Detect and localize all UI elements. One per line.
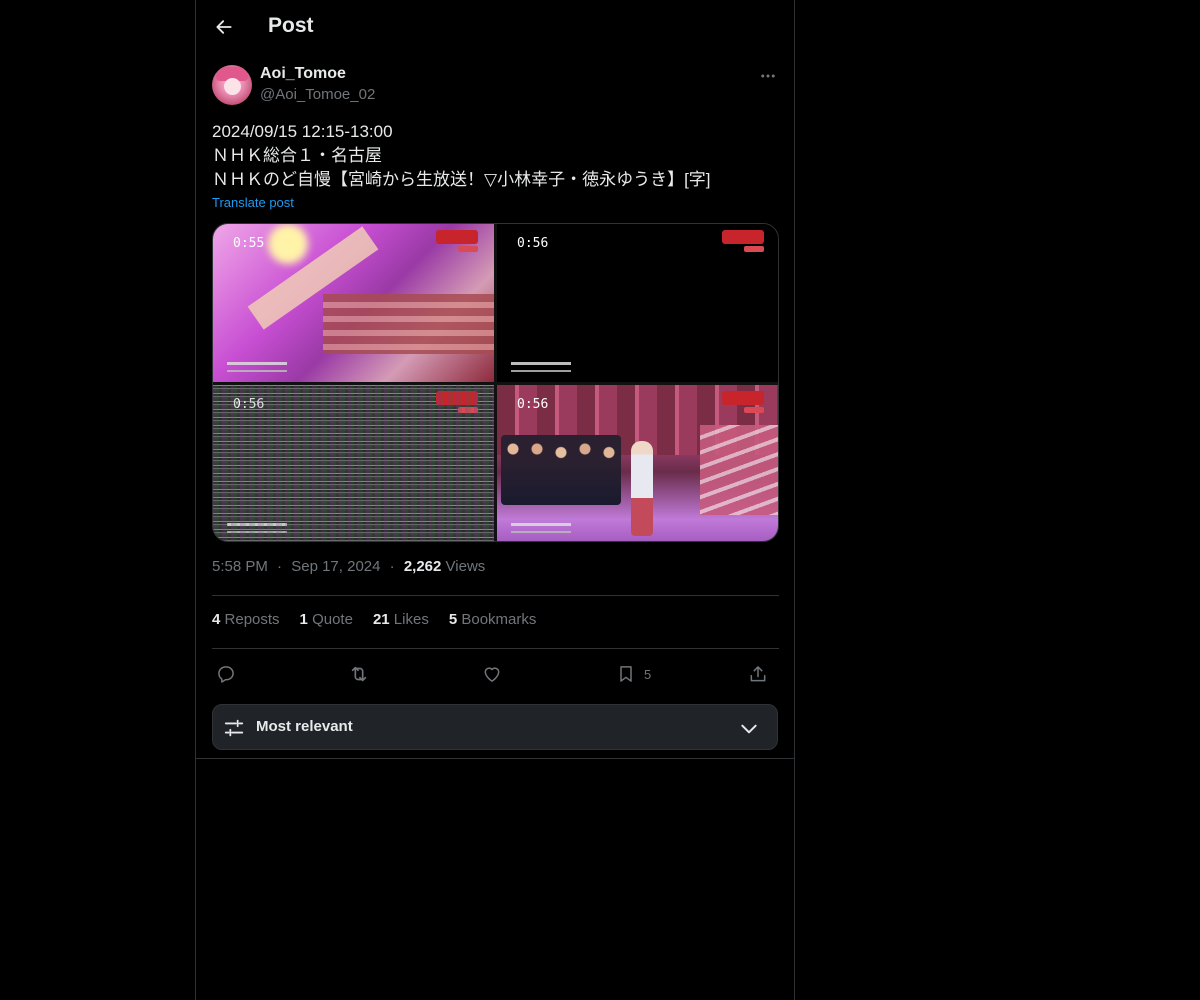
author-row: Aoi_Tomoe @Aoi_Tomoe_02 (212, 64, 780, 108)
channel-logo (436, 230, 478, 244)
media-image-1[interactable]: 0:55 (213, 224, 494, 382)
arrow-left-icon (216, 20, 232, 34)
author-handle[interactable]: @Aoi_Tomoe_02 (260, 86, 375, 103)
reply-sort-dropdown[interactable]: Most relevant (212, 704, 778, 750)
more-horizontal-icon (761, 74, 775, 78)
divider (212, 595, 779, 596)
chevron-down-icon (741, 724, 757, 734)
bookmark-button[interactable]: 5 (616, 658, 651, 690)
post-time[interactable]: 5:58 PM (212, 558, 268, 575)
post-date[interactable]: Sep 17, 2024 (291, 558, 380, 575)
caption-overlay (511, 523, 571, 533)
media-image-2[interactable]: 0:56 (497, 224, 778, 382)
more-options-button[interactable] (756, 64, 780, 88)
meta-separator: · (277, 558, 283, 575)
page-title: Post (268, 14, 314, 37)
share-icon (750, 666, 766, 682)
action-bar: 5 (212, 658, 779, 690)
media-image-3[interactable]: 0:56 (213, 385, 494, 541)
likes-stat[interactable]: 21 Likes (373, 611, 429, 628)
post-meta: 5:58 PM · Sep 17, 2024 · 2,262 Views (212, 558, 485, 575)
repost-icon (351, 666, 367, 682)
repost-button[interactable] (348, 658, 370, 690)
video-timestamp: 0:55 (233, 236, 265, 251)
bookmark-icon (620, 666, 632, 682)
channel-logo (722, 230, 764, 244)
channel-logo (436, 391, 478, 405)
media-image-4[interactable]: 0:56 (497, 385, 778, 541)
translate-post-link[interactable]: Translate post (212, 195, 294, 210)
bookmark-count: 5 (644, 666, 652, 682)
post-text: 2024/09/15 12:15-13:00 ＮＨＫ総合１・名古屋 ＮＨＫのど自… (212, 122, 711, 189)
caption-overlay (511, 362, 571, 372)
reposts-stat[interactable]: 4 Reposts (212, 611, 280, 628)
reply-button[interactable] (216, 658, 236, 690)
views-count: 2,262 (403, 558, 442, 575)
video-timestamp: 0:56 (517, 397, 549, 412)
meta-separator: · (389, 558, 395, 575)
avatar[interactable] (212, 65, 252, 105)
caption-overlay (227, 362, 287, 372)
views-label: Views (445, 558, 486, 575)
bookmarks-stat[interactable]: 5 Bookmarks (449, 611, 537, 628)
like-button[interactable] (482, 658, 502, 690)
heart-icon (484, 667, 500, 682)
video-timestamp: 0:56 (517, 236, 549, 251)
post-header: Post (196, 0, 794, 54)
media-grid: 0:55 0:56 0:56 0:56 (212, 223, 779, 542)
divider (212, 648, 779, 649)
share-button[interactable] (748, 658, 768, 690)
author-display-name[interactable]: Aoi_Tomoe (260, 65, 346, 83)
sort-label: Most relevant (256, 718, 353, 735)
primary-column: Post Aoi_Tomoe @Aoi_Tomoe_02 2024/09/15 … (195, 0, 795, 1000)
quotes-stat[interactable]: 1 Quote (300, 611, 353, 628)
post-stats: 4 Reposts 1 Quote 21 Likes 5 Bookmarks (212, 611, 536, 628)
sliders-icon (224, 719, 244, 737)
back-button[interactable] (208, 11, 240, 43)
video-timestamp: 0:56 (233, 397, 265, 412)
divider (196, 758, 794, 759)
reply-icon (218, 666, 234, 683)
caption-overlay (227, 523, 287, 533)
channel-logo (722, 391, 764, 405)
